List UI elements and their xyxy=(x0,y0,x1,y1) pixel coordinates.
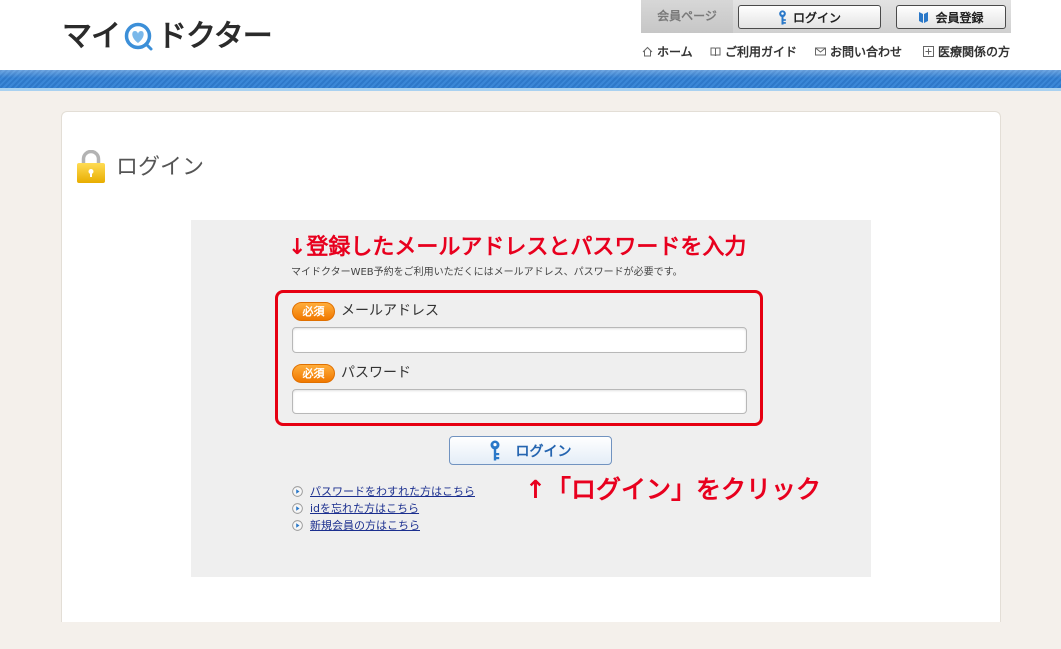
logo-text-right: ドクター xyxy=(157,19,273,54)
login-description: マイドクターWEB予約をご利用いただくにはメールアドレス、パスワードが必要です。 xyxy=(291,267,683,278)
login-form-area: ↓登録したメールアドレスとパスワードを入力 マイドクターWEB予約をご利用いただ… xyxy=(191,220,871,577)
email-required-badge: 必須 xyxy=(292,302,335,321)
forgot-id-link-row: idを忘れた方はこちら xyxy=(292,501,419,516)
email-label: メールアドレス xyxy=(341,303,439,319)
nav-home-label: ホーム xyxy=(657,44,693,59)
member-bar: 会員ページ ログイン 会員登録 xyxy=(641,0,1011,33)
annotation-click-login: ↑「ログイン」をクリック xyxy=(525,475,821,504)
register-label: 会員登録 xyxy=(935,10,984,25)
nav-guide[interactable]: ご利用ガイド xyxy=(710,43,797,59)
circle-arrow-icon xyxy=(292,520,303,531)
nav-medical[interactable]: 医療関係の方 xyxy=(923,43,1010,59)
site-header: マイ ドクター 会員ページ ログイン 会員登録 ホーム ご利用ガイド お問い合わ… xyxy=(0,0,1061,70)
member-page-label: 会員ページ xyxy=(641,0,733,33)
email-input[interactable] xyxy=(292,327,747,353)
circle-arrow-icon xyxy=(292,503,303,514)
plus-square-icon xyxy=(923,45,934,57)
logo-text-left: マイ xyxy=(62,19,121,54)
page-title: ログイン xyxy=(116,155,205,180)
header-stripe xyxy=(0,70,1061,91)
home-icon xyxy=(642,46,653,57)
password-label: パスワード xyxy=(341,365,411,381)
forgot-password-link-row: パスワードをわすれた方はこちら xyxy=(292,484,475,499)
envelope-icon xyxy=(815,46,826,57)
key-icon xyxy=(778,9,787,25)
heart-stethoscope-icon xyxy=(124,22,153,51)
login-submit-button[interactable]: ログイン xyxy=(449,436,612,465)
key-icon xyxy=(490,440,500,461)
padlock-icon xyxy=(77,150,105,183)
login-submit-label: ログイン xyxy=(515,443,572,460)
circle-arrow-icon xyxy=(292,486,303,497)
password-input[interactable] xyxy=(292,389,747,414)
new-member-link[interactable]: 新規会員の方はこちら xyxy=(310,518,420,533)
annotation-enter-credentials: ↓登録したメールアドレスとパスワードを入力 xyxy=(288,235,747,260)
password-required-badge: 必須 xyxy=(292,364,335,383)
book-icon xyxy=(918,11,929,24)
nav-home[interactable]: ホーム xyxy=(642,43,693,59)
forgot-id-link[interactable]: idを忘れた方はこちら xyxy=(310,501,419,516)
content-panel: ログイン ↓登録したメールアドレスとパスワードを入力 マイドクターWEB予約をご… xyxy=(61,111,1001,622)
credentials-highlight-frame: 必須 メールアドレス 必須 パスワード xyxy=(275,290,763,426)
register-button[interactable]: 会員登録 xyxy=(896,5,1006,29)
header-login-button[interactable]: ログイン xyxy=(738,5,881,29)
forgot-password-link[interactable]: パスワードをわすれた方はこちら xyxy=(310,484,475,499)
open-book-icon xyxy=(710,46,721,57)
new-member-link-row: 新規会員の方はこちら xyxy=(292,518,420,533)
site-logo[interactable]: マイ ドクター xyxy=(62,18,273,56)
nav-medical-label: 医療関係の方 xyxy=(938,44,1011,59)
header-login-label: ログイン xyxy=(792,10,841,25)
nav-contact[interactable]: お問い合わせ xyxy=(815,43,902,59)
nav-guide-label: ご利用ガイド xyxy=(725,44,798,59)
nav-contact-label: お問い合わせ xyxy=(830,44,903,59)
